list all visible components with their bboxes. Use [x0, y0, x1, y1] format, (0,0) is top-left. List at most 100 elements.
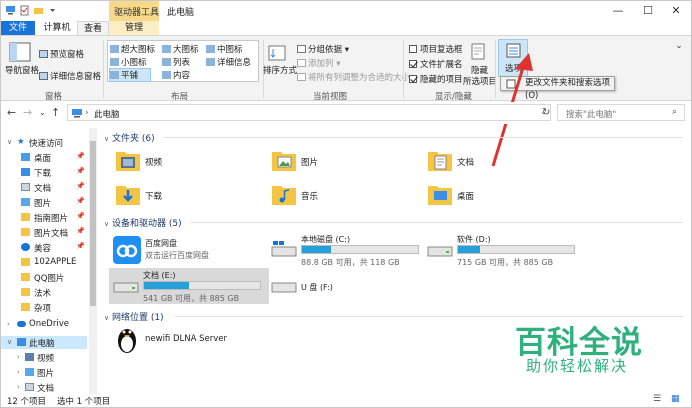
preview-pane-button[interactable]: 预览窗格 — [39, 48, 84, 60]
list-label: 列表 — [173, 58, 191, 68]
layout-content[interactable]: 内容 — [162, 69, 190, 81]
fit-columns-button[interactable]: 将所有列调整为合适的大小 — [297, 71, 410, 83]
layout-large[interactable]: 大图标 — [162, 43, 199, 55]
search-input[interactable]: 搜索"此电脑" — [566, 108, 616, 120]
device-drive-e[interactable]: 文档 (E:) 541 GB 可用，共 885 GB — [109, 268, 269, 304]
layout-medium[interactable]: 中图标 — [206, 43, 243, 55]
layout-details[interactable]: 详细信息 — [206, 56, 251, 68]
up-icon[interactable]: ↑ — [51, 106, 60, 119]
sidebar-item-beauty[interactable]: 美容 📌 — [1, 241, 87, 254]
navigation-pane: ∨ ★ 快速访问 桌面 📌 下载 📌 文档 📌 图片 📌 指南图片 📌 图片文档 📌 美容 📌… — [1, 128, 99, 394]
breadcrumb-chevron-icon[interactable]: › — [85, 108, 89, 118]
tab-manage[interactable]: 管理 — [109, 21, 159, 35]
address-bar[interactable]: › 此电脑 ⌄ — [67, 104, 551, 121]
sidebar-item-guide-pictures[interactable]: 指南图片 📌 — [1, 211, 87, 224]
device-usb-f[interactable]: U 盘 (F:) — [267, 268, 427, 304]
search-icon[interactable]: ⌕ — [672, 107, 677, 117]
folder-documents[interactable]: 文档 — [427, 146, 577, 176]
sidebar-item-pictures[interactable]: 图片 📌 — [1, 196, 87, 209]
pin-icon[interactable]: 📌 — [76, 167, 85, 175]
close-button[interactable]: ✕ — [666, 3, 686, 19]
sidebar-item-onedrive[interactable]: › OneDrive — [1, 318, 87, 331]
drive-usage-bar — [301, 245, 419, 254]
devices-section-header[interactable]: ∨ 设备和驱动器 (5) — [104, 216, 182, 229]
sidebar-item-misc[interactable]: 杂项 — [1, 301, 87, 314]
tiles-view-icon[interactable]: ▦ — [671, 394, 680, 404]
sidebar-item-pc-videos[interactable]: › 视频 — [1, 351, 87, 364]
hidden-items-toggle[interactable]: 隐藏的项目 — [409, 73, 463, 85]
pin-icon[interactable]: 📌 — [76, 182, 85, 190]
properties-icon[interactable] — [19, 5, 30, 16]
checkbox[interactable] — [409, 75, 417, 83]
sort-by-button[interactable]: 排序方式 — [263, 64, 297, 76]
extensions-toggle[interactable]: 文件扩展名 — [409, 58, 463, 70]
pin-icon[interactable]: 📌 — [76, 197, 85, 205]
chevron-down-icon[interactable]: ∨ — [7, 338, 12, 346]
sidebar-item-pc-pictures[interactable]: › 图片 — [1, 366, 87, 379]
details-pane-button[interactable]: 详细信息窗格 — [39, 70, 101, 82]
nav-scroll-thumb[interactable] — [90, 141, 96, 306]
chevron-right-icon[interactable]: › — [17, 368, 20, 376]
item-checkbox-toggle[interactable]: 项目复选框 — [409, 43, 463, 55]
checkbox[interactable] — [409, 45, 417, 53]
chevron-down-icon[interactable]: ∨ — [104, 220, 109, 228]
chevron-right-icon[interactable]: › — [17, 353, 20, 361]
network-section-header[interactable]: ∨ 网络位置 (1) — [104, 310, 164, 323]
forward-icon[interactable]: → — [23, 106, 32, 119]
tab-view[interactable]: 查看 — [77, 21, 109, 35]
ribbon-expand-icon[interactable]: ⌄ — [669, 38, 689, 54]
nav-pane-button[interactable]: 导航窗格 — [5, 64, 39, 76]
folder-videos[interactable]: 视频 — [115, 146, 265, 176]
recent-locations-icon[interactable]: ⌄ — [39, 108, 46, 117]
sidebar-item-desktop[interactable]: 桌面 📌 — [1, 151, 87, 164]
network-dlna-server[interactable]: newifi DLNA Server — [115, 324, 315, 354]
sidebar-item-this-pc[interactable]: ∨ 此电脑 — [1, 336, 87, 349]
layout-list[interactable]: 列表 — [162, 56, 190, 68]
device-drive-d[interactable]: 软件 (D:) 715 GB 可用，共 885 GB — [423, 232, 583, 268]
minimize-button[interactable]: — — [608, 3, 628, 19]
maximize-button[interactable]: ☐ — [638, 3, 658, 19]
chevron-down-icon[interactable]: ∨ — [104, 135, 109, 143]
back-icon[interactable]: ← — [7, 106, 16, 119]
folders-section-header[interactable]: ∨ 文件夹 (6) — [104, 131, 155, 144]
tab-computer[interactable]: 计算机 — [37, 21, 77, 35]
video-icon — [25, 353, 34, 361]
sidebar-item-qq-pictures[interactable]: QQ图片 — [1, 271, 87, 284]
folder-label: 视频 — [145, 158, 163, 168]
device-baidu-netdisk[interactable]: 百度网盘 双击运行百度网盘 — [111, 234, 271, 270]
folder-downloads[interactable]: 下载 — [115, 180, 265, 210]
pin-icon[interactable]: 📌 — [76, 212, 85, 220]
folder-music[interactable]: 音乐 — [271, 180, 421, 210]
search-box[interactable]: 搜索"此电脑" ⌕ — [557, 104, 685, 121]
chevron-down-icon[interactable]: ∨ — [7, 138, 12, 146]
sidebar-item-spells[interactable]: 法术 — [1, 286, 87, 299]
layout-tiles[interactable]: 平铺 — [109, 68, 151, 82]
checkbox[interactable] — [409, 60, 417, 68]
pin-icon[interactable]: 📌 — [76, 227, 85, 235]
chevron-down-icon[interactable]: ∨ — [104, 314, 109, 322]
customize-qa-icon[interactable] — [47, 5, 58, 16]
layout-small[interactable]: 小图标 — [110, 56, 147, 68]
folder-pictures[interactable]: 图片 — [271, 146, 421, 176]
nav-item-label: 美容 — [34, 244, 52, 254]
sidebar-item-downloads[interactable]: 下载 📌 — [1, 166, 87, 179]
details-view-icon[interactable]: ☰ — [653, 394, 661, 404]
breadcrumb-this-pc[interactable]: 此电脑 — [94, 108, 120, 120]
sidebar-item-picture-docs[interactable]: 图片文档 📌 — [1, 226, 87, 239]
nav-quick-access[interactable]: ∨ ★ 快速访问 — [1, 136, 87, 149]
chevron-right-icon[interactable]: › — [17, 383, 20, 391]
device-drive-c[interactable]: 本地磁盘 (C:) 88.8 GB 可用，共 118 GB — [267, 232, 427, 268]
folder-desktop[interactable]: 桌面 — [427, 180, 577, 210]
pin-icon[interactable]: 📌 — [76, 152, 85, 160]
add-column-button[interactable]: 添加列 ▾ — [297, 57, 340, 69]
layout-extra-large[interactable]: 超大图标 — [110, 43, 155, 55]
refresh-icon[interactable]: ↻ — [542, 107, 550, 118]
new-folder-icon[interactable] — [33, 5, 44, 16]
sidebar-item-pc-documents[interactable]: › 文档 — [1, 381, 87, 394]
group-by-button[interactable]: 分组依据 ▾ — [297, 43, 349, 55]
tab-file[interactable]: 文件 — [1, 21, 35, 35]
sidebar-item-102apple[interactable]: 102APPLE — [1, 256, 87, 269]
sidebar-item-documents[interactable]: 文档 📌 — [1, 181, 87, 194]
pin-icon[interactable]: 📌 — [76, 242, 85, 250]
chevron-right-icon[interactable]: › — [7, 320, 10, 328]
